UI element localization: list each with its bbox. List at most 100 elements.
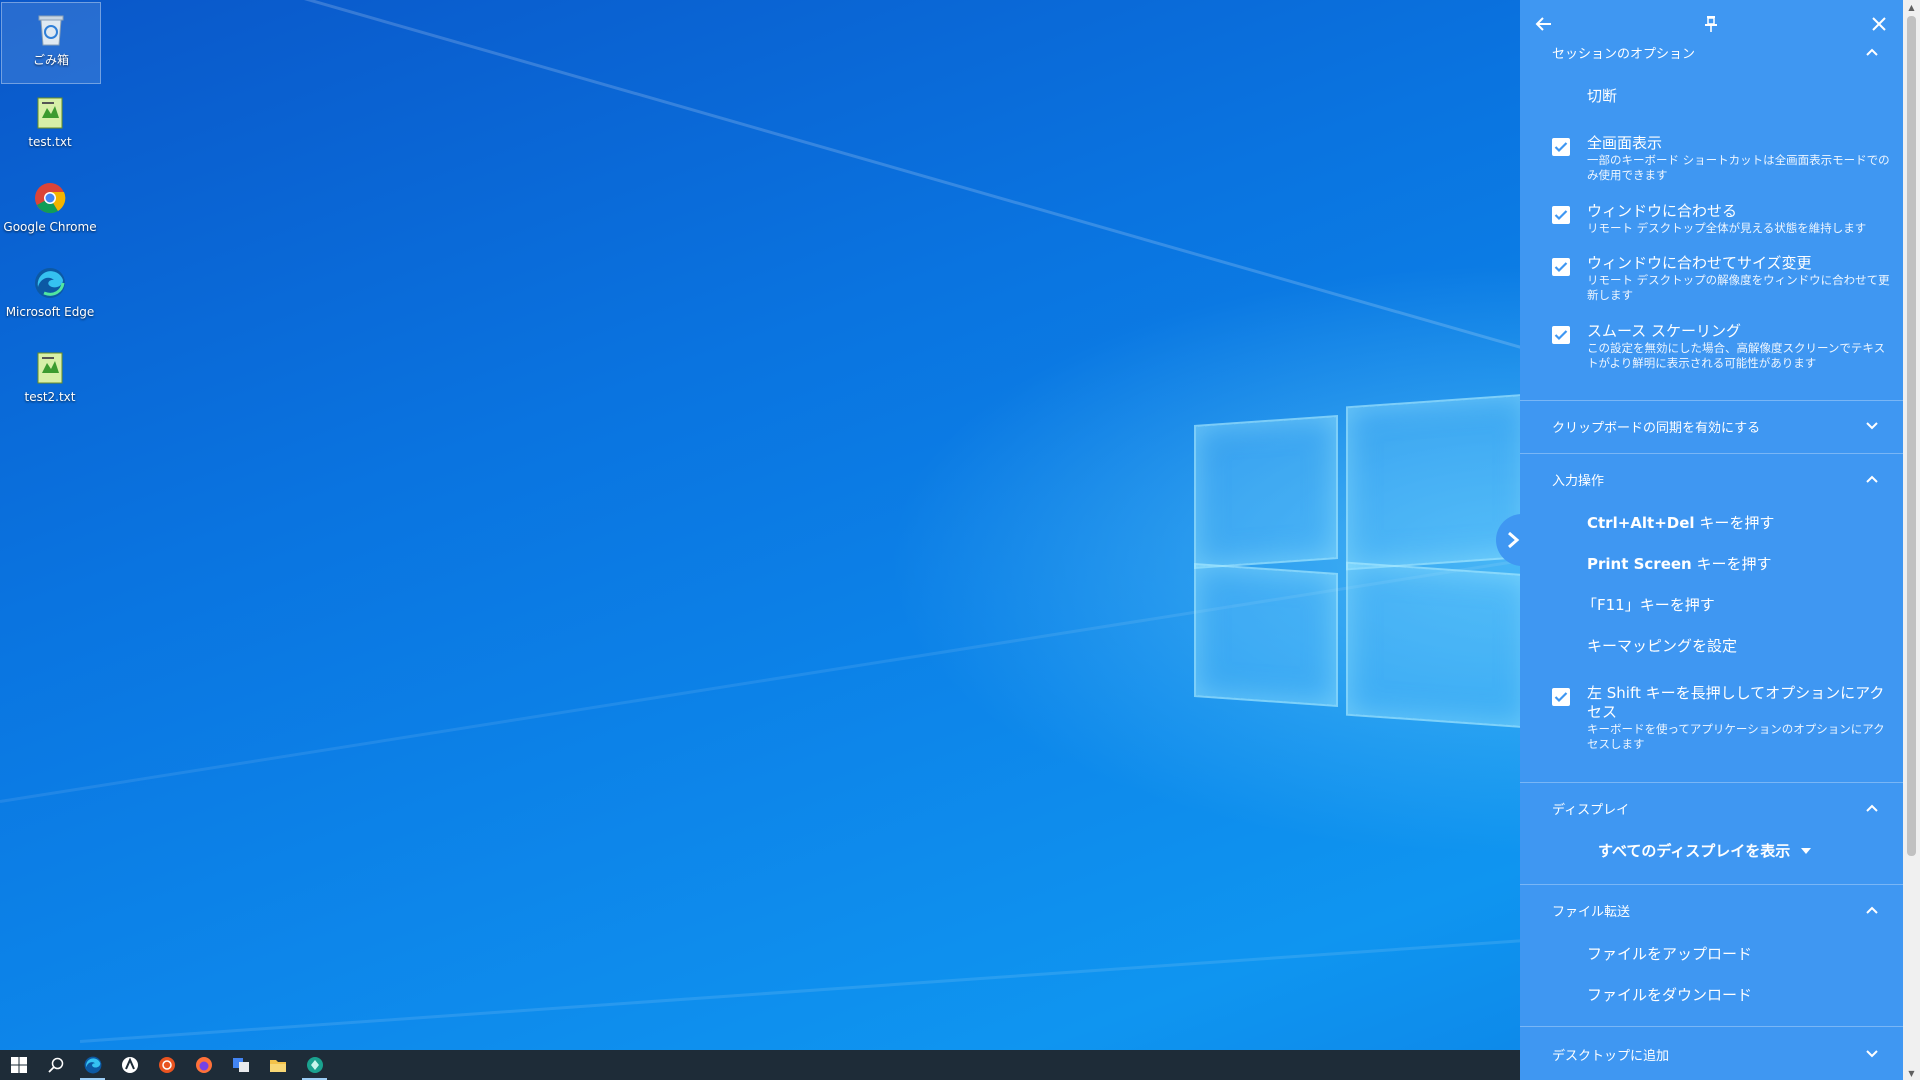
- desktop-icon-label: test.txt: [28, 135, 72, 149]
- desktop-icon-google-chrome[interactable]: Google Chrome: [1, 172, 99, 252]
- option-smooth-scaling[interactable]: スムース スケーリング この設定を無効にした場合、高解像度スクリーンでテキストがよ…: [1552, 322, 1892, 371]
- pin-button[interactable]: [1697, 10, 1725, 38]
- back-button[interactable]: [1530, 10, 1558, 38]
- edge-icon: [32, 265, 68, 301]
- option-description: リモート デスクトップの解像度をウィンドウに合わせて更新します: [1587, 273, 1890, 302]
- logo-pane: [1194, 414, 1338, 570]
- action-suffix: キーを押す: [1694, 514, 1775, 532]
- taskbar-firefox[interactable]: [185, 1050, 222, 1080]
- checkbox-checked[interactable]: [1552, 258, 1570, 276]
- desktop-icon-test-txt[interactable]: test.txt: [1, 87, 99, 167]
- start-button[interactable]: [0, 1050, 37, 1080]
- checkmark-icon: [1554, 210, 1568, 221]
- chrome-icon: [32, 180, 68, 216]
- section-header-clipboard-sync[interactable]: クリップボードの同期を有効にする: [1552, 414, 1882, 438]
- checkmark-icon: [1554, 142, 1568, 153]
- section-header-session-options[interactable]: セッションのオプション: [1552, 40, 1882, 64]
- option-title: ウィンドウに合わせる: [1587, 202, 1738, 220]
- section-title: セッションのオプション: [1552, 46, 1696, 62]
- checkmark-icon: [1554, 330, 1568, 341]
- section-divider: [1520, 453, 1903, 454]
- configure-key-mapping-action[interactable]: キーマッピングを設定: [1587, 635, 1737, 656]
- close-icon: [1872, 17, 1886, 31]
- text-file-icon: [32, 95, 68, 131]
- search-button[interactable]: [37, 1050, 74, 1080]
- section-divider: [1520, 1026, 1903, 1027]
- section-header-input[interactable]: 入力操作: [1552, 467, 1882, 491]
- desktop-icon-label: Google Chrome: [3, 220, 97, 234]
- option-left-shift-access[interactable]: 左 Shift キーを長押ししてオプションにアクセス キーボードを使ってアプリケー…: [1552, 684, 1892, 752]
- checkbox-checked[interactable]: [1552, 138, 1570, 156]
- section-divider: [1520, 884, 1903, 885]
- pin-icon: [1705, 16, 1717, 32]
- firefox-icon: [195, 1057, 212, 1073]
- arrow-left-icon: [1535, 17, 1551, 31]
- file-explorer-icon: [269, 1060, 286, 1072]
- section-title: ファイル転送: [1552, 904, 1631, 920]
- desktop-icon-recycle-bin[interactable]: ごみ箱: [1, 2, 101, 84]
- taskbar: [0, 1050, 1520, 1080]
- scrollbar-thumb[interactable]: [1907, 16, 1916, 856]
- section-header-file-transfer[interactable]: ファイル転送: [1552, 898, 1882, 922]
- option-fit-to-window[interactable]: ウィンドウに合わせる リモート デスクトップ全体が見える状態を維持します: [1552, 202, 1892, 236]
- windows-logo: [1190, 380, 1530, 740]
- option-title: 全画面表示: [1587, 134, 1663, 152]
- option-description: リモート デスクトップ全体が見える状態を維持します: [1587, 221, 1867, 235]
- section-title: ディスプレイ: [1552, 802, 1630, 818]
- checkmark-icon: [1554, 692, 1568, 703]
- checkbox-checked[interactable]: [1552, 206, 1570, 224]
- option-description: キーボードを使ってアプリケーションのオプションにアクセスします: [1587, 722, 1885, 751]
- app-icon: [121, 1057, 138, 1073]
- section-title: デスクトップに追加: [1552, 1048, 1670, 1064]
- checkbox-checked[interactable]: [1552, 326, 1570, 344]
- taskbar-app[interactable]: [111, 1050, 148, 1080]
- section-divider: [1520, 782, 1903, 783]
- panel-toolbar: [1520, 10, 1903, 38]
- section-title: 入力操作: [1552, 473, 1605, 489]
- options-panel: セッションのオプション 切断 全画面表示 一部のキーボード ショートカットは全画面…: [1520, 0, 1903, 1080]
- taskbar-translate[interactable]: [222, 1050, 259, 1080]
- close-button[interactable]: [1865, 10, 1893, 38]
- taskbar-file-explorer[interactable]: [259, 1050, 296, 1080]
- chevron-right-icon: [1508, 531, 1520, 549]
- taskbar-remote-desktop[interactable]: [296, 1050, 333, 1080]
- taskbar-ubuntu[interactable]: [148, 1050, 185, 1080]
- checkbox-checked[interactable]: [1552, 688, 1570, 706]
- desktop-icon-microsoft-edge[interactable]: Microsoft Edge: [1, 257, 99, 337]
- desktop-icon-label: ごみ箱: [32, 53, 69, 67]
- option-title: ウィンドウに合わせてサイズ変更: [1587, 254, 1812, 272]
- display-select[interactable]: すべてのディスプレイを表示: [1598, 840, 1812, 861]
- section-header-add-to-desktop[interactable]: デスクトップに追加: [1552, 1042, 1882, 1066]
- logo-pane: [1194, 562, 1338, 708]
- panel-scrollbar[interactable]: ▲ ▼: [1903, 0, 1920, 1080]
- edge-icon: [84, 1056, 101, 1074]
- upload-file-action[interactable]: ファイルをアップロード: [1587, 943, 1752, 964]
- checkmark-icon: [1554, 262, 1568, 273]
- action-suffix: キーを押す: [1691, 555, 1772, 573]
- option-fullscreen[interactable]: 全画面表示 一部のキーボード ショートカットは全画面表示モードでのみ使用できます: [1552, 134, 1892, 183]
- scroll-down-arrow-icon[interactable]: ▼: [1903, 1066, 1920, 1080]
- desktop-icon-label: test2.txt: [24, 390, 76, 404]
- remote-desktop-icon: [306, 1057, 323, 1073]
- taskbar-edge[interactable]: [74, 1050, 111, 1080]
- send-print-screen-action[interactable]: Print Screen キーを押す: [1587, 553, 1772, 574]
- scroll-up-arrow-icon[interactable]: ▲: [1903, 0, 1920, 14]
- action-key: Ctrl+Alt+Del: [1587, 514, 1695, 532]
- section-header-display[interactable]: ディスプレイ: [1552, 796, 1882, 820]
- option-title: 左 Shift キーを長押ししてオプションにアクセス: [1587, 684, 1885, 721]
- dropdown-arrow-icon: [1801, 847, 1812, 854]
- translate-icon: [232, 1058, 249, 1072]
- search-icon: [47, 1057, 63, 1073]
- disconnect-action[interactable]: 切断: [1587, 85, 1617, 106]
- section-title: クリップボードの同期を有効にする: [1552, 420, 1761, 436]
- send-ctrl-alt-del-action[interactable]: Ctrl+Alt+Del キーを押す: [1587, 512, 1774, 533]
- download-file-action[interactable]: ファイルをダウンロード: [1587, 984, 1752, 1005]
- light-ray: [79, 935, 1577, 1043]
- option-description: 一部のキーボード ショートカットは全画面表示モードでのみ使用できます: [1587, 153, 1890, 182]
- option-resize-to-window[interactable]: ウィンドウに合わせてサイズ変更 リモート デスクトップの解像度をウィンドウに合わせ…: [1552, 254, 1892, 303]
- desktop-icon-test2-txt[interactable]: test2.txt: [1, 342, 99, 422]
- text-file-icon: [32, 350, 68, 386]
- chevron-up-icon: [1862, 798, 1882, 818]
- desktop-icon-label: Microsoft Edge: [5, 305, 95, 319]
- send-f11-action[interactable]: 「F11」キーを押す: [1582, 594, 1715, 615]
